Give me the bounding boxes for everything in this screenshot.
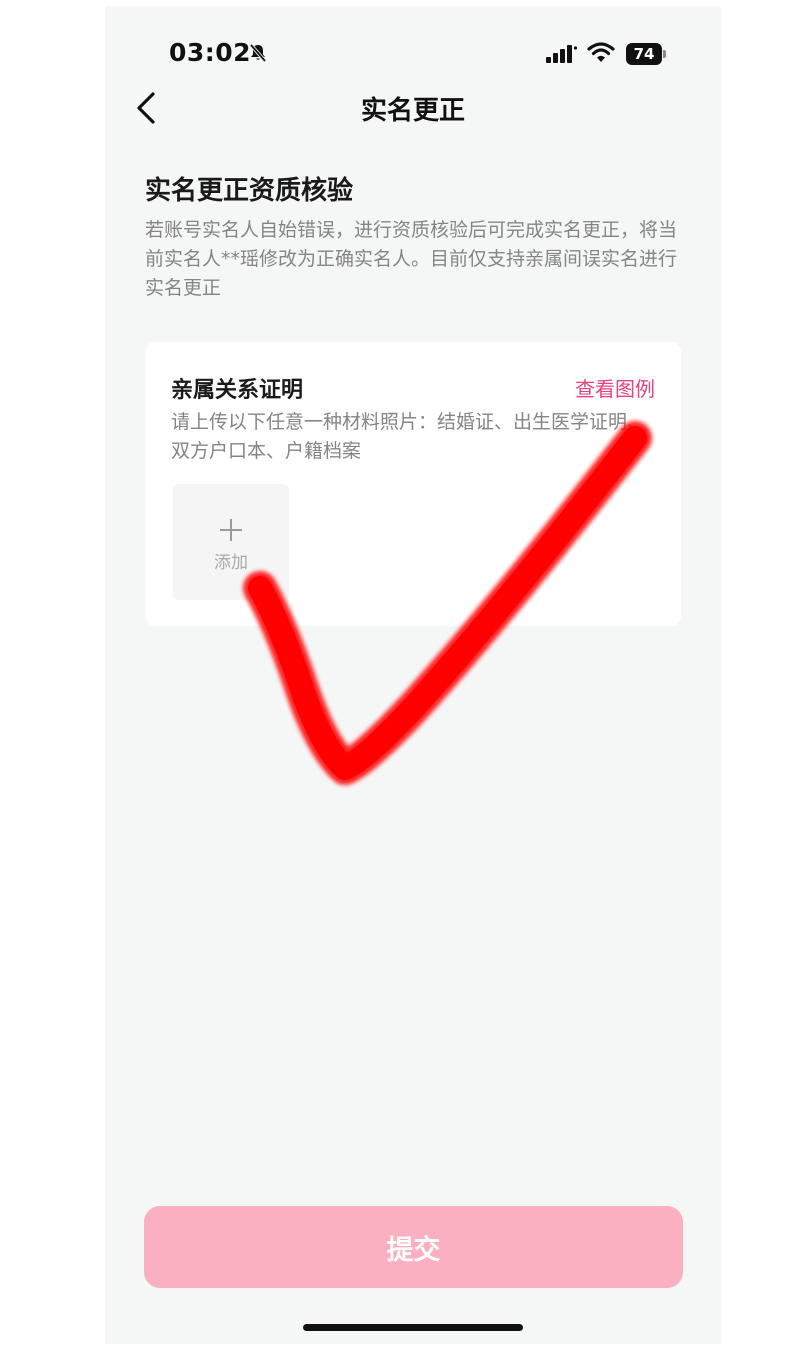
battery-icon: 74 (626, 43, 666, 65)
view-example-link[interactable]: 查看图例 (575, 373, 655, 402)
phone-screen: 03:02 74 实名更正 实名更正资质核验 若账号实名人自始错误，进行资质核验… (105, 6, 721, 1344)
status-time: 03:02 (169, 38, 252, 67)
section-title: 实名更正资质核验 (145, 176, 354, 206)
add-photo-button[interactable]: 添加 (173, 484, 289, 600)
card-title: 亲属关系证明 (171, 378, 304, 403)
bell-muted-icon (249, 43, 267, 63)
battery-cap (663, 50, 666, 58)
submit-button[interactable]: 提交 (144, 1206, 683, 1288)
nav-bar: 实名更正 (105, 78, 721, 138)
home-indicator (303, 1324, 523, 1331)
section-description: 若账号实名人自始错误，进行资质核验后可完成实名更正，将当前实名人**瑶修改为正确… (145, 219, 678, 299)
battery-level: 74 (626, 43, 662, 65)
kinship-proof-card: 亲属关系证明 查看图例 请上传以下任意一种材料照片：结婚证、出生医学证明、双方户… (145, 342, 681, 626)
plus-icon (220, 519, 242, 541)
wifi-icon (587, 42, 615, 62)
add-label: 添加 (214, 553, 248, 573)
card-description: 请上传以下任意一种材料照片：结婚证、出生医学证明、双方户口本、户籍档案 (171, 411, 647, 462)
cellular-signal-icon (546, 45, 578, 63)
page-title: 实名更正 (360, 96, 465, 126)
